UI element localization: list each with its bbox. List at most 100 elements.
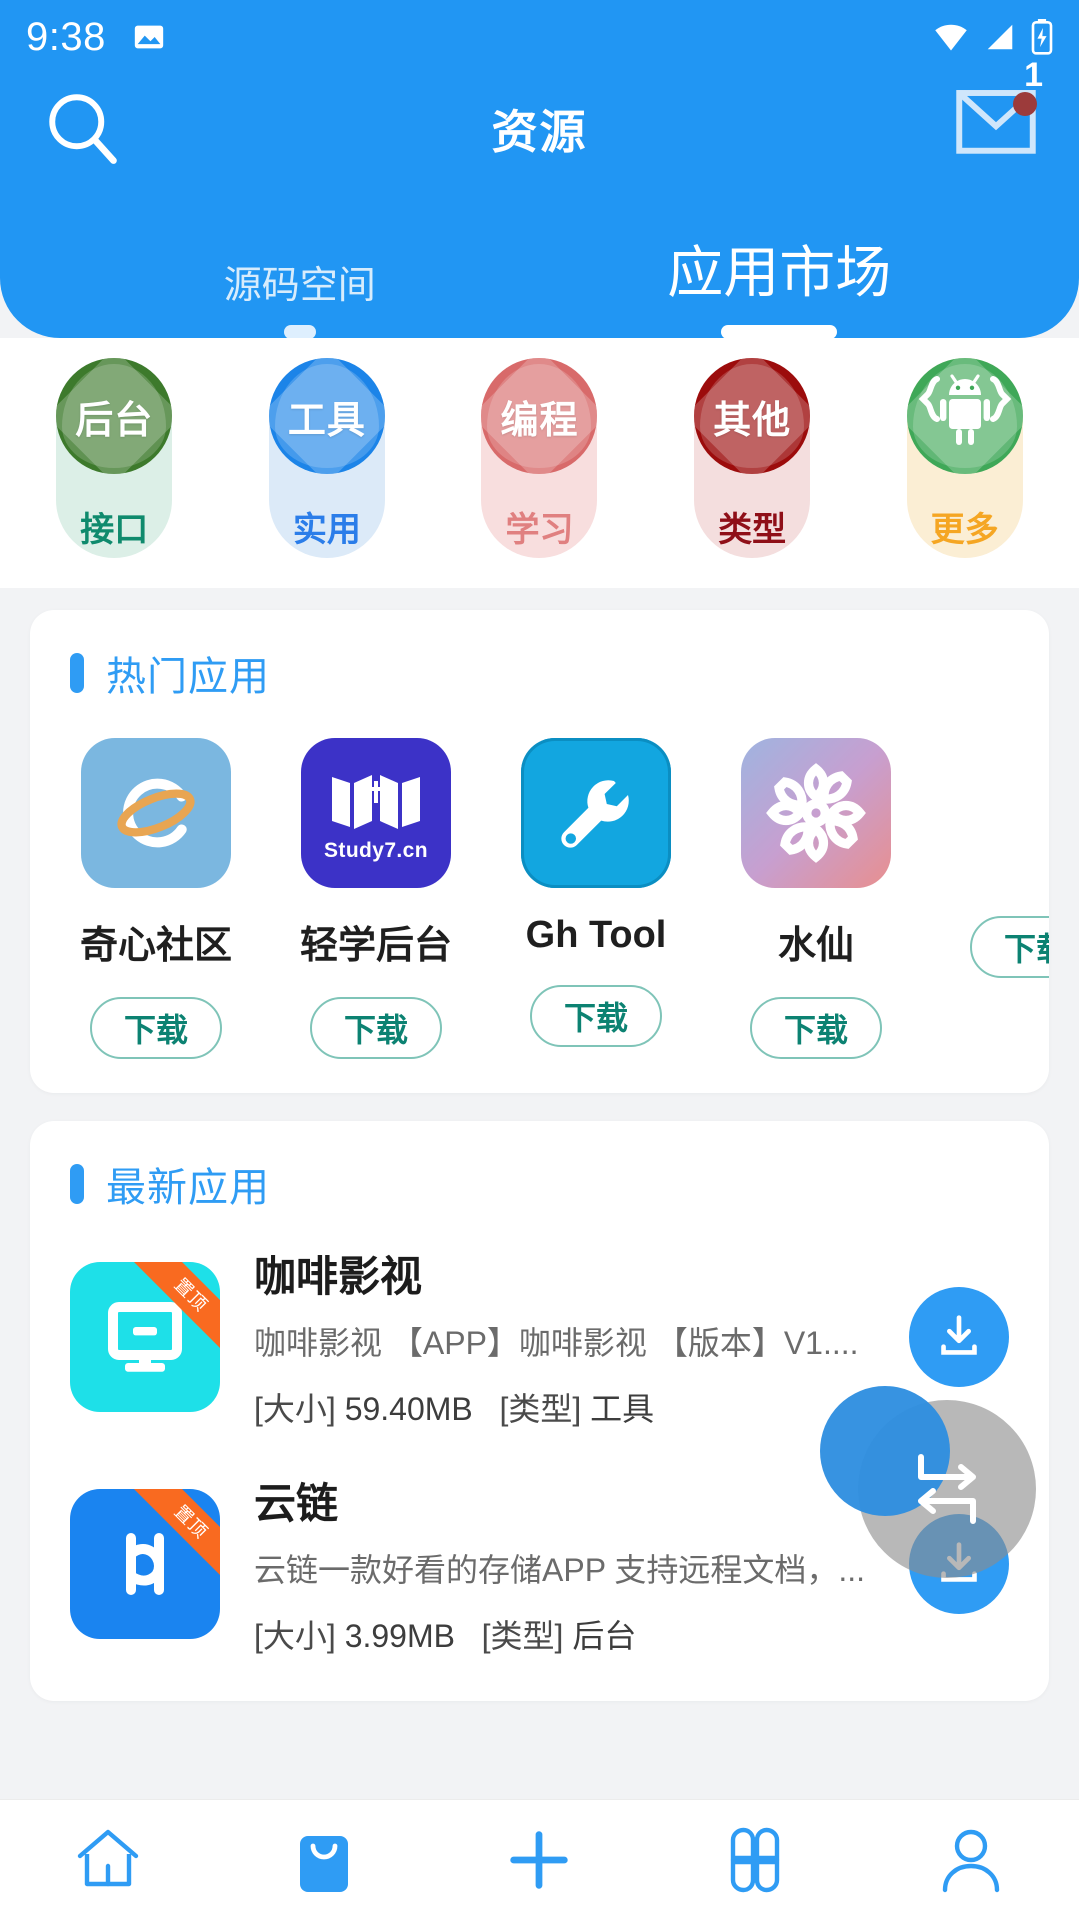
app-name: 云链: [254, 1480, 339, 1527]
signal-icon: [987, 24, 1013, 50]
app-icon-cut-off: [961, 738, 1049, 888]
wrench-icon: [521, 738, 671, 888]
section-accent-bar: [70, 653, 84, 693]
tab-label: 源码空间: [223, 265, 376, 307]
hot-app-name: Gh Tool: [525, 914, 667, 956]
hot-apps-card: 热门应用 奇心社区 下载 Study7.cn 轻学后台 下载 Gh Tool 下…: [30, 610, 1049, 1093]
latest-apps-title: 最新应用: [106, 1166, 270, 1210]
category-label: 接口: [80, 511, 149, 549]
mail-button[interactable]: 1: [953, 56, 1043, 172]
nav-bar: 资源 1: [0, 56, 1079, 184]
category-circle: 后台: [56, 358, 173, 474]
category-circle-text: 编程: [500, 399, 579, 442]
type-value: 后台: [572, 1618, 637, 1654]
content-scroll-area[interactable]: 热门应用 奇心社区 下载 Study7.cn 轻学后台 下载 Gh Tool 下…: [0, 588, 1079, 1838]
hot-app-item[interactable]: 水仙 下载: [724, 738, 908, 1059]
status-system-icons: [933, 19, 1053, 55]
icon-badge-text: Study7.cn: [324, 839, 428, 862]
app-name: 咖啡影视: [254, 1253, 423, 1300]
category-label: 类型: [718, 511, 787, 549]
hot-app-item[interactable]: 奇心社区 下载: [64, 738, 248, 1059]
category-item-jiekou[interactable]: 后台 接口: [56, 338, 173, 558]
android-braces-icon: [918, 373, 1011, 460]
search-button[interactable]: [40, 85, 124, 174]
app-meta: [大小] 59.40MB [类型] 工具: [254, 1384, 889, 1430]
app-meta: [大小] 3.99MB [类型] 后台: [254, 1611, 889, 1657]
download-button[interactable]: 下载: [970, 916, 1049, 978]
hot-app-item-partial[interactable]: 下载: [944, 738, 1049, 1059]
category-item-gengduo[interactable]: 更多: [906, 338, 1023, 558]
category-item-xuexi[interactable]: 编程 学习: [481, 338, 598, 558]
status-time: 9:38: [26, 14, 106, 59]
tab-underline: [283, 325, 316, 338]
content-fade: [0, 1763, 1079, 1799]
latest-apps-header: 最新应用: [30, 1155, 1049, 1213]
download-icon: [941, 1314, 977, 1355]
app-description: 云链一款好看的存储APP 支持远程文档，...: [254, 1552, 866, 1588]
tab-app-market[interactable]: 应用市场: [540, 228, 1020, 338]
download-icon-button[interactable]: [909, 1286, 1009, 1387]
nav-apps[interactable]: [680, 1810, 830, 1910]
size-key: [大小]: [254, 1618, 336, 1654]
shopping-bag-icon: [299, 1835, 348, 1892]
category-circle-text: 后台: [75, 399, 154, 442]
hot-app-name: 水仙: [777, 925, 854, 967]
nav-add[interactable]: [464, 1810, 614, 1910]
hot-apps-title: 热门应用: [106, 655, 270, 699]
nav-profile[interactable]: [896, 1810, 1046, 1910]
category-row: 后台 接口 工具 实用 编程 学习 其他 类型 更多: [0, 338, 1079, 588]
open-book-icon: Study7.cn: [301, 738, 451, 888]
hot-app-item[interactable]: Study7.cn 轻学后台 下载: [284, 738, 468, 1059]
category-circle-text: 工具: [287, 399, 366, 442]
image-icon: [134, 25, 164, 49]
wifi-icon: [935, 24, 967, 51]
category-label: 实用: [292, 511, 361, 549]
hot-app-name: 奇心社区: [79, 925, 232, 967]
app-description: 咖啡影视 【APP】咖啡影视 【版本】V1....: [254, 1325, 859, 1361]
download-button[interactable]: 下载: [530, 985, 662, 1047]
category-item-shiyong[interactable]: 工具 实用: [268, 338, 385, 558]
search-icon: [49, 93, 117, 164]
list-item-body: 咖啡影视 咖啡影视 【APP】咖啡影视 【版本】V1.... [大小] 59.4…: [220, 1243, 909, 1430]
grid-apps-icon: [731, 1827, 780, 1892]
page-title: 资源: [491, 106, 588, 158]
category-label: 学习: [505, 511, 574, 549]
category-circle: 其他: [694, 358, 811, 474]
plus-icon: [510, 1830, 569, 1889]
download-button[interactable]: 下载: [90, 997, 222, 1059]
status-bar: 9:38: [0, 0, 1079, 74]
size-key: [大小]: [254, 1391, 336, 1427]
size-value: 3.99MB: [344, 1618, 455, 1654]
category-circle: 编程: [481, 358, 598, 474]
download-button[interactable]: 下载: [750, 997, 882, 1059]
hot-apps-row[interactable]: 奇心社区 下载 Study7.cn 轻学后台 下载 Gh Tool 下载 水仙 …: [30, 702, 1049, 1059]
bottom-navigation: [0, 1799, 1079, 1919]
header-tabs: 源码空间 应用市场: [0, 228, 1079, 338]
nav-store[interactable]: [249, 1810, 399, 1910]
tab-label: 应用市场: [667, 241, 892, 304]
tab-source-space[interactable]: 源码空间: [60, 254, 540, 338]
category-item-leixing[interactable]: 其他 类型: [694, 338, 811, 558]
status-notification-icons: [132, 20, 166, 54]
category-label: 更多: [930, 511, 999, 549]
person-icon: [942, 1829, 1000, 1892]
floating-assistant-button[interactable]: [820, 1386, 1036, 1578]
hot-app-name: 轻学后台: [299, 925, 452, 967]
home-icon: [77, 1829, 139, 1886]
category-circle-text: 其他: [713, 399, 792, 442]
list-item-body: 云链 云链一款好看的存储APP 支持远程文档，... [大小] 3.99MB […: [220, 1470, 909, 1657]
chain-link-icon: 置顶: [70, 1488, 220, 1639]
tab-underline: [721, 325, 838, 338]
hot-app-item[interactable]: Gh Tool 下载: [504, 738, 688, 1059]
category-circle: 工具: [268, 358, 385, 474]
sync-transfer-icon: [918, 1454, 976, 1524]
nav-home[interactable]: [33, 1810, 183, 1910]
type-value: 工具: [590, 1391, 655, 1427]
type-key: [类型]: [481, 1618, 564, 1654]
type-key: [类型]: [499, 1391, 582, 1427]
app-header: 9:38 资源 1 源码空间 应用市场: [0, 0, 1079, 338]
size-value: 59.40MB: [344, 1391, 473, 1427]
download-button[interactable]: 下载: [310, 997, 442, 1059]
battery-charging-icon: [1031, 19, 1053, 55]
mail-badge-count: 1: [1024, 56, 1043, 94]
